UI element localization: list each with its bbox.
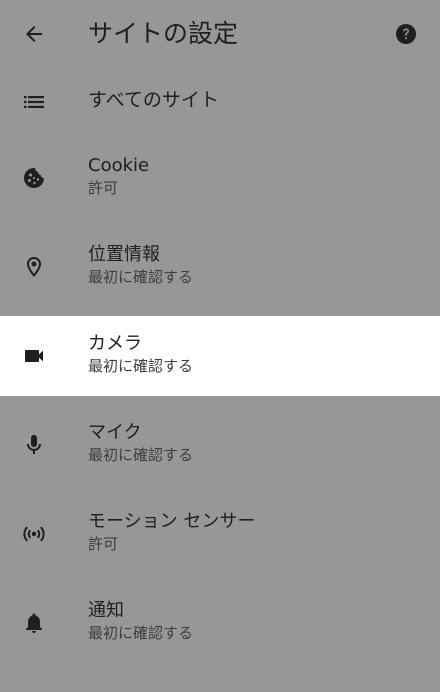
settings-item-motion-sensor[interactable]: モーション センサー 許可 [0, 494, 440, 574]
bell-icon [20, 609, 48, 637]
settings-item-status: 最初に確認する [88, 624, 194, 642]
settings-item-status: 許可 [88, 179, 119, 197]
settings-item-notifications[interactable]: 通知 最初に確認する [0, 583, 440, 663]
settings-item-label: マイク [88, 422, 142, 443]
settings-item-microphone[interactable]: マイク 最初に確認する [0, 405, 440, 485]
settings-item-label: 通知 [88, 600, 124, 621]
settings-item-label: 位置情報 [88, 244, 160, 265]
settings-item-label: モーション センサー [88, 511, 256, 532]
settings-item-label: すべてのサイト [88, 89, 219, 111]
list-icon [20, 88, 48, 116]
back-button[interactable] [14, 14, 54, 54]
mic-icon [20, 431, 48, 459]
settings-item-status: 最初に確認する [88, 446, 194, 464]
settings-item-status: 許可 [88, 535, 119, 553]
settings-item-camera[interactable]: カメラ 最初に確認する [0, 316, 440, 396]
page-title: サイトの設定 [88, 19, 239, 48]
cookie-icon [20, 164, 48, 192]
videocam-icon [20, 342, 48, 370]
settings-item-label: Cookie [88, 155, 150, 176]
help-button[interactable] [386, 14, 426, 54]
settings-item-location[interactable]: 位置情報 最初に確認する [0, 227, 440, 307]
settings-item-status: 最初に確認する [88, 357, 194, 375]
settings-item-cookie[interactable]: Cookie 許可 [0, 138, 440, 218]
location-pin-icon [20, 253, 48, 281]
help-circle-icon [396, 24, 416, 44]
settings-item-all-sites[interactable]: すべてのサイト [0, 62, 440, 142]
settings-item-label: カメラ [88, 333, 142, 354]
arrow-left-icon [26, 26, 42, 42]
settings-item-status: 最初に確認する [88, 268, 194, 286]
app-bar: サイトの設定 [0, 0, 440, 68]
motion-sensor-icon [20, 520, 48, 548]
